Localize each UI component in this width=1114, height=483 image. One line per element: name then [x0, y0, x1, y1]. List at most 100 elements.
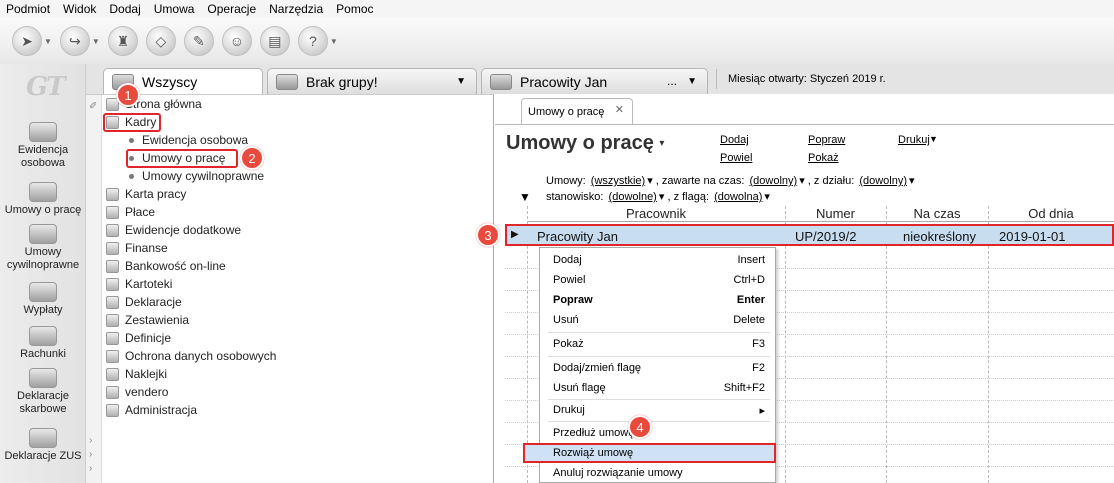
chevron-right-icon[interactable]: › [89, 463, 92, 474]
tree-item-ewidencje-dodatkowe[interactable]: Ewidencje dodatkowe [106, 221, 241, 239]
tab-brak-grupy[interactable]: Brak grupy! ▼ [267, 68, 477, 94]
menu-narzedzia[interactable]: Narzędzia [269, 2, 323, 16]
chevron-down-icon[interactable]: ▾ [799, 175, 805, 187]
declaration-icon [106, 295, 119, 309]
tab-umowy-o-prace[interactable]: Umowy o pracę ✕ [521, 98, 633, 124]
help-icon[interactable]: ? [297, 26, 328, 56]
chevron-down-icon[interactable]: ▼ [44, 37, 52, 46]
ctx-show[interactable]: Pokaż F3 [540, 334, 775, 354]
cell-employee: Pracowity Jan [537, 229, 618, 244]
chevron-down-icon[interactable]: ▼ [92, 37, 100, 46]
cards-icon [106, 277, 119, 291]
tree-item-place[interactable]: Płace [106, 203, 155, 221]
filter-row-1: Umowy: (wszystkie) ▾ , zawarte na czas: (… [546, 175, 915, 187]
tree-item-umowy-cywilnoprawne[interactable]: Umowy cywilnoprawne [106, 167, 264, 185]
table-row[interactable]: ▶ Pracowity Jan UP/2019/2 nieokreślony 2… [505, 224, 1114, 246]
ctx-add[interactable]: Dodaj Insert [540, 250, 775, 270]
highlight-kadry [103, 113, 161, 132]
ctx-print[interactable]: Drukuj ▸ [540, 400, 775, 420]
admin-icon [106, 403, 119, 417]
ctx-delete[interactable]: Usuń Delete [540, 310, 775, 330]
ctx-cancel-termination[interactable]: Anuluj rozwiązanie umowy [540, 463, 775, 483]
ctx-terminate-contract[interactable]: Rozwiąż umowę [523, 443, 776, 463]
ctx-duplicate[interactable]: Powiel Ctrl+D [540, 270, 775, 290]
ctx-extend-contract[interactable]: Przedłuż umowę [540, 423, 775, 443]
edit-link[interactable]: Popraw [808, 134, 845, 146]
step-badge-3: 3 [476, 223, 500, 247]
close-icon[interactable]: ✕ [615, 103, 624, 116]
filter-term[interactable]: (dowolny) [750, 175, 798, 187]
menu-operacje[interactable]: Operacje [207, 2, 256, 16]
tax-icon [29, 368, 57, 388]
sidebar-item-rachunki[interactable]: Rachunki [0, 326, 86, 361]
filter-department[interactable]: (dowolny) [859, 175, 907, 187]
column-header-from[interactable]: Od dnia [988, 206, 1114, 222]
ctx-edit[interactable]: Popraw Enter [540, 290, 775, 310]
tree-item-finanse[interactable]: Finanse [106, 239, 168, 257]
bullet-icon [129, 173, 134, 179]
chevron-down-icon[interactable]: ▼ [330, 37, 338, 46]
column-header-employee[interactable]: Pracownik [527, 206, 785, 222]
chevron-down-icon[interactable]: ▾ [659, 191, 665, 203]
eraser-icon[interactable]: ◇ [145, 26, 176, 56]
printer-icon[interactable]: ▤ [259, 26, 290, 56]
tree-item-naklejki[interactable]: Naklejki [106, 365, 167, 383]
collapse-filters-icon[interactable]: ▼ [519, 190, 531, 204]
duplicate-link[interactable]: Powiel [720, 152, 752, 164]
add-link[interactable]: Dodaj [720, 134, 749, 146]
toolbar: ➤ ▼ ↪ ▼ ♜ ◇ ✎ ☺ ▤ ? ▼ [0, 18, 1114, 64]
column-header-number[interactable]: Numer [785, 206, 886, 222]
menu-widok[interactable]: Widok [63, 2, 96, 16]
chevron-down-icon[interactable]: ▾ [909, 175, 915, 187]
tree-item-kartoteki[interactable]: Kartoteki [106, 275, 172, 293]
sidebar-item-umowy-cywilnoprawne[interactable]: Umowy cywilnoprawne [0, 224, 86, 272]
tab-employee[interactable]: Pracowity Jan ... ▼ [481, 68, 708, 94]
chevron-down-icon[interactable]: ▾ [647, 175, 653, 187]
print-link[interactable]: Drukuj [898, 134, 930, 146]
sidebar-item-ewidencja[interactable]: Ewidencja osobowa [0, 122, 86, 170]
tree-item-ewidencja-osobowa[interactable]: Ewidencja osobowa [106, 131, 248, 149]
tree-item-vendero[interactable]: vendero [106, 383, 168, 401]
menu-pomoc[interactable]: Pomoc [336, 2, 373, 16]
stamp-icon[interactable]: ♜ [107, 26, 138, 56]
filter-position[interactable]: (dowolne) [609, 191, 657, 203]
more-button[interactable]: ... [667, 74, 677, 88]
sidebar-item-deklaracje-skarbowe[interactable]: Deklaracje skarbowe [0, 368, 86, 416]
bullet-icon [129, 137, 134, 143]
menu-umowa[interactable]: Umowa [154, 2, 195, 16]
show-link[interactable]: Pokaż [808, 152, 839, 164]
menu-podmiot[interactable]: Podmiot [6, 2, 50, 16]
tree-item-administracja[interactable]: Administracja [106, 401, 197, 419]
chevron-right-icon[interactable]: › [89, 449, 92, 460]
pin-icon[interactable]: ✐ [89, 101, 97, 112]
filter-flag[interactable]: (dowolna) [714, 191, 762, 203]
tree-item-bankowosc[interactable]: Bankowość on-line [106, 257, 226, 275]
grid-line [785, 206, 786, 483]
tree-gutter: ✐ › › › [86, 95, 102, 483]
sidebar-item-umowy-o-prace[interactable]: Umowy o pracę [0, 182, 86, 217]
back-icon[interactable]: ➤ [12, 26, 42, 56]
tree-item-zestawienia[interactable]: Zestawienia [106, 311, 189, 329]
tree-item-deklaracje[interactable]: Deklaracje [106, 293, 182, 311]
tree-item-ochrona-danych[interactable]: Ochrona danych osobowych [106, 347, 276, 365]
bill-icon [29, 326, 57, 346]
ctx-remove-flag[interactable]: Usuń flagę Shift+F2 [540, 378, 775, 398]
filter-contracts[interactable]: (wszystkie) [591, 175, 645, 187]
chevron-down-icon[interactable]: ▼ [929, 134, 938, 144]
chevron-down-icon[interactable]: ▼ [456, 76, 466, 87]
column-header-term[interactable]: Na czas [886, 206, 988, 222]
page-title[interactable]: Umowy o pracę ▾ [506, 132, 664, 155]
users-icon[interactable]: ☺ [221, 26, 252, 56]
cell-number: UP/2019/2 [795, 229, 857, 244]
sidebar-item-wyplaty[interactable]: Wypłaty [0, 282, 86, 317]
chevron-down-icon[interactable]: ▾ [764, 191, 770, 203]
edit-icon[interactable]: ✎ [183, 26, 214, 56]
forward-icon[interactable]: ↪ [59, 26, 90, 56]
tree-item-definicje[interactable]: Definicje [106, 329, 171, 347]
ctx-set-flag[interactable]: Dodaj/zmień flagę F2 [540, 358, 775, 378]
chevron-right-icon[interactable]: › [89, 435, 92, 446]
menu-dodaj[interactable]: Dodaj [109, 2, 140, 16]
sidebar-item-deklaracje-zus[interactable]: Deklaracje ZUS [0, 428, 86, 463]
tree-item-karta-pracy[interactable]: Karta pracy [106, 185, 186, 203]
chevron-down-icon[interactable]: ▼ [687, 76, 697, 87]
